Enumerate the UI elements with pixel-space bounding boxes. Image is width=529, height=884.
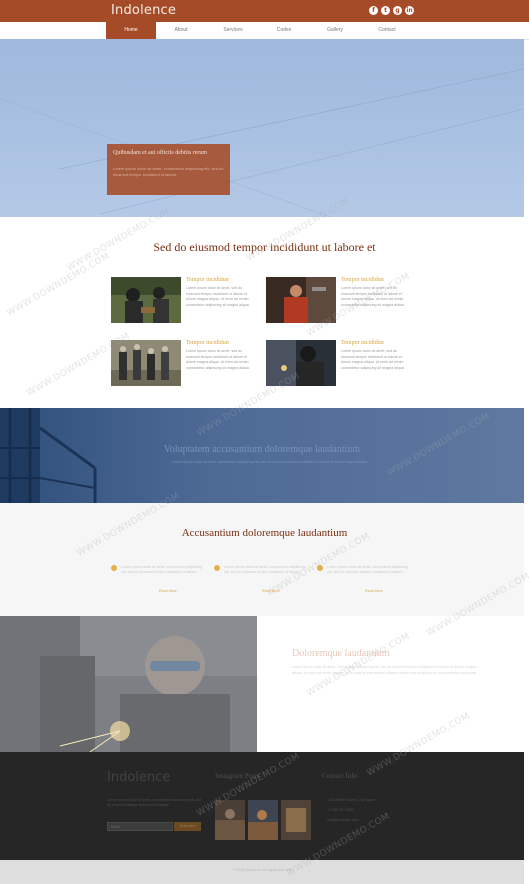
- feature-item: Tempor incididun Lorem ipsum dolor sit a…: [111, 277, 256, 325]
- banner-structure-image: [0, 408, 97, 503]
- banner-title: Voluptatem accusantium doloremque laudan…: [163, 444, 361, 455]
- nav-item-codes[interactable]: Codes: [259, 22, 309, 39]
- feature-title: Tempor incididun: [341, 340, 384, 346]
- nav-item-services[interactable]: Services: [208, 22, 258, 39]
- services-section: Accusantium doloremque laudantium Lorem …: [0, 503, 524, 616]
- contact-address: 1234 Street Name, City Name: [327, 798, 375, 802]
- parallax-banner: Voluptatem accusantium doloremque laudan…: [0, 408, 524, 503]
- feature-title: Tempor incididun: [186, 277, 229, 283]
- contact-heading: Contact Info: [322, 772, 358, 780]
- feature-photo: [111, 340, 181, 386]
- twitter-icon[interactable]: t: [381, 6, 390, 15]
- main-nav: Home About Services Codes Gallery Contac…: [0, 22, 529, 40]
- site-footer: Indolence Lorem ipsum dolor sit amet, co…: [0, 752, 524, 860]
- feature-text: Lorem ipsum dolor sit amet, sed do eiusm…: [341, 286, 405, 307]
- instagram-thumb[interactable]: [215, 800, 245, 840]
- feature-title: Tempor incididun: [341, 277, 384, 283]
- hero-banner: Quibusdam et aut officiis debitis rerum …: [0, 39, 524, 217]
- page: Indolence f t g in Home About Services C…: [0, 0, 529, 884]
- facebook-icon[interactable]: f: [369, 6, 378, 15]
- read-more-link[interactable]: Read More: [159, 589, 177, 593]
- feature-photo: [111, 277, 181, 323]
- read-more-link[interactable]: Read More: [365, 589, 383, 593]
- read-more-link[interactable]: Read More: [262, 589, 280, 593]
- instagram-thumb[interactable]: [248, 800, 278, 840]
- feature-text: Lorem ipsum dolor sit amet, sed do eiusm…: [341, 349, 405, 370]
- service-text: Lorem ipsum dolor sit amet, consectetur …: [121, 565, 202, 574]
- service-icon: [111, 565, 117, 571]
- about-text: Lorem ipsum dolor sit amet, consectetur …: [292, 665, 477, 675]
- nav-item-gallery[interactable]: Gallery: [310, 22, 360, 39]
- contact-email[interactable]: mail@example.com: [327, 818, 359, 822]
- subscribe-button[interactable]: Subscribe: [174, 822, 201, 831]
- instagram-heading: Instagram Posts: [215, 772, 260, 780]
- feature-item: Tempor incididun Lorem ipsum dolor sit a…: [266, 277, 411, 325]
- nav-item-about[interactable]: About: [156, 22, 206, 39]
- instagram-grid: [215, 800, 311, 840]
- google-plus-icon[interactable]: g: [393, 6, 402, 15]
- linkedin-icon[interactable]: in: [405, 6, 414, 15]
- service-icon: [214, 565, 220, 571]
- site-logo[interactable]: Indolence: [111, 3, 176, 18]
- contact-phone: +1 234 567 8900: [327, 808, 355, 812]
- footer-logo[interactable]: Indolence: [107, 770, 170, 785]
- newsletter-email-input[interactable]: Email: [107, 822, 173, 831]
- watermark: WWW.DOWNDEMO.COM: [5, 251, 112, 319]
- service-text: Lorem ipsum dolor sit amet, consectetur …: [327, 565, 408, 574]
- site-header: Indolence f t g in: [0, 0, 529, 22]
- footer-text: Lorem ipsum dolor sit amet, consectetur …: [107, 798, 202, 807]
- service-icon: [317, 565, 323, 571]
- hero-caption: Quibusdam et aut officiis debitis rerum …: [107, 144, 230, 195]
- feature-item: Tempor incididun Lorem ipsum dolor sit a…: [266, 340, 411, 388]
- services-heading: Accusantium doloremque laudantium: [181, 527, 348, 539]
- copyright-text: © 2016 Indolence. All rights reserved: [232, 868, 292, 872]
- features-heading: Sed do eiusmod tempor incididunt ut labo…: [153, 240, 376, 254]
- hero-text: Lorem ipsum dolor sit amet, consectetur …: [113, 166, 224, 177]
- nav-item-home[interactable]: Home: [106, 22, 156, 39]
- hero-title: Quibusdam et aut officiis debitis rerum: [113, 150, 208, 156]
- feature-photo: [266, 277, 336, 323]
- feature-text: Lorem ipsum dolor sit amet, sed do eiusm…: [186, 286, 250, 307]
- social-icons: f t g in: [369, 6, 414, 15]
- service-text: Lorem ipsum dolor sit amet, consectetur …: [224, 565, 305, 574]
- banner-text: Lorem ipsum dolor sit amet, consectetur …: [172, 460, 368, 464]
- about-section: Doloremque laudantium Lorem ipsum dolor …: [0, 616, 524, 752]
- hero-sky-image: [0, 68, 524, 217]
- about-welder-photo: [0, 616, 257, 752]
- feature-text: Lorem ipsum dolor sit amet, sed do eiusm…: [186, 349, 250, 370]
- nav-item-contact[interactable]: Contact: [362, 22, 412, 39]
- about-title: Doloremque laudantium: [292, 648, 390, 659]
- instagram-thumb[interactable]: [281, 800, 311, 840]
- feature-item: Tempor incididun Lorem ipsum dolor sit a…: [111, 340, 256, 388]
- copyright-bar: © 2016 Indolence. All rights reserved: [0, 860, 524, 884]
- feature-photo: [266, 340, 336, 386]
- feature-title: Tempor incididun: [186, 340, 229, 346]
